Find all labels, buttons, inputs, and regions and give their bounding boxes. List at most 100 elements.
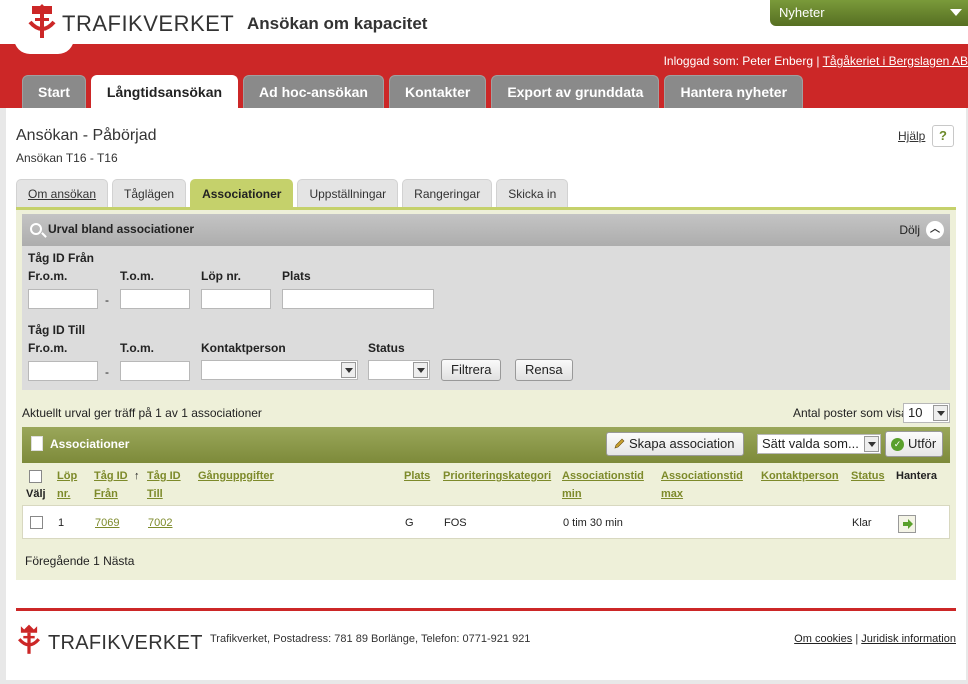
select-all-checkbox[interactable] <box>29 470 42 483</box>
col-tag-till-2[interactable]: Till <box>147 485 163 503</box>
plats-input[interactable] <box>282 289 434 309</box>
from-fr-om-input[interactable] <box>28 289 98 309</box>
tab-langtidsansokan[interactable]: Långtidsansökan <box>90 75 239 108</box>
table-row: 1 7069 7002 G FOS 0 tim 30 min Klar <box>22 505 950 539</box>
tab-kontakter[interactable]: Kontakter <box>388 75 487 108</box>
subtab-taglagen[interactable]: Tåglägen <box>112 179 187 208</box>
pager: Föregående 1 Nästa <box>25 554 134 568</box>
col-plats[interactable]: Plats <box>404 467 430 485</box>
lop-nr-input[interactable] <box>201 289 271 309</box>
logged-in-info: Inloggad som: Peter Enberg | Tågåkeriet … <box>664 54 968 68</box>
to-fr-om-input[interactable] <box>28 361 98 381</box>
cookies-link[interactable]: Om cookies <box>794 633 852 645</box>
table-header: Välj Löp nr. Tåg ID Från ↑ Tåg ID Till G… <box>22 463 950 505</box>
col-prioriteringskategori[interactable]: Prioriteringskategori <box>443 467 551 485</box>
status-label: Status <box>368 341 405 355</box>
col-lop-nr[interactable]: nr. <box>57 485 70 503</box>
top-header: TRAFIKVERKET Ansökan om kapacitet Nyhete… <box>0 0 968 44</box>
subtab-uppstallningar[interactable]: Uppställningar <box>297 179 399 208</box>
train-id-from-group-label: Tåg ID Från <box>28 251 95 265</box>
chevron-down-icon <box>341 362 356 378</box>
tab-hantera-nyheter[interactable]: Hantera nyheter <box>664 75 804 108</box>
subtab-associationer[interactable]: Associationer <box>190 179 294 208</box>
col-assoc-min-2[interactable]: min <box>562 485 582 503</box>
col-valj: Välj <box>26 488 46 500</box>
document-icon <box>31 436 43 451</box>
news-dropdown[interactable]: Nyheter <box>770 0 968 26</box>
app-title: Ansökan om kapacitet <box>247 14 428 33</box>
nav-band: Inloggad som: Peter Enberg | Tågåkeriet … <box>0 38 968 108</box>
tab-ad-hoc-ansokan[interactable]: Ad hoc-ansökan <box>243 75 384 108</box>
hide-filter-link[interactable]: Dölj <box>899 223 920 237</box>
trafikverket-crown-logo <box>18 624 40 654</box>
col-tag-fran-2[interactable]: Från <box>94 485 118 503</box>
train-id-to-group-label: Tåg ID Till <box>28 323 86 337</box>
result-info: Aktuellt urval ger träff på 1 av 1 assoc… <box>22 406 262 420</box>
footer-links: Om cookies | Juridisk information <box>794 633 956 645</box>
help-icon[interactable]: ? <box>932 125 954 147</box>
cell-prio: FOS <box>444 517 467 529</box>
subtab-rangeringar[interactable]: Rangeringar <box>402 179 493 208</box>
col-lop[interactable]: Löp <box>57 467 77 485</box>
sub-tabs: Om ansökan Tåglägen Associationer Uppstä… <box>16 179 569 208</box>
lop-nr-label: Löp nr. <box>201 269 241 283</box>
bulk-action-select[interactable]: Sätt valda som... <box>757 434 881 454</box>
per-page-label: Antal poster som visas: <box>792 406 917 420</box>
cell-plats: G <box>405 517 414 529</box>
col-status[interactable]: Status <box>851 467 885 485</box>
clear-button[interactable]: Rensa <box>515 359 573 381</box>
filter-section: Urval bland associationer Dölj ︿ Tåg ID … <box>22 214 950 390</box>
to-t-om-input[interactable] <box>120 361 190 381</box>
collapse-up-icon[interactable]: ︿ <box>926 221 944 239</box>
to-to-label: T.o.m. <box>120 341 155 355</box>
check-icon: ✓ <box>891 438 904 451</box>
per-page-select[interactable]: 10 <box>903 403 950 423</box>
footer-divider <box>16 608 956 611</box>
bulk-action-value: Sätt valda som... <box>762 436 859 451</box>
status-select[interactable] <box>368 360 430 380</box>
associations-header: Associationer Skapa association Sätt val… <box>22 427 950 463</box>
from-from-label: Fr.o.m. <box>28 269 68 283</box>
company-link[interactable]: Tågåkeriet i Bergslagen AB <box>823 54 968 68</box>
from-t-om-input[interactable] <box>120 289 190 309</box>
footer-brand: TRAFIKVERKET <box>48 632 203 654</box>
col-ganguppgifter[interactable]: Gånguppgifter <box>198 467 274 485</box>
plats-label: Plats <box>282 269 311 283</box>
page-subtitle: Ansökan T16 - T16 <box>16 151 118 165</box>
col-tag-fran[interactable]: Tåg ID <box>94 467 128 485</box>
page-title: Ansökan - Påbörjad <box>16 127 157 144</box>
subtab-om-ansokan[interactable]: Om ansökan <box>16 179 109 208</box>
cell-assoc-min: 0 tim 30 min <box>563 517 623 529</box>
col-assoc-min[interactable]: Associationstid <box>562 467 644 485</box>
col-kontaktperson[interactable]: Kontaktperson <box>761 467 839 485</box>
tab-start[interactable]: Start <box>22 75 86 108</box>
logo-curve <box>14 38 74 54</box>
pager-prev[interactable]: Föregående <box>25 554 90 568</box>
row-select-checkbox[interactable] <box>30 516 43 529</box>
to-from-label: Fr.o.m. <box>28 341 68 355</box>
open-arrow-icon[interactable] <box>898 515 916 533</box>
execute-button[interactable]: ✓ Utför <box>885 431 944 457</box>
filter-button[interactable]: Filtrera <box>441 359 502 381</box>
tab-export-grunddata[interactable]: Export av grunddata <box>491 75 660 108</box>
pager-next[interactable]: Nästa <box>103 554 134 568</box>
filter-title: Urval bland associationer <box>48 222 195 236</box>
legal-link[interactable]: Juridisk information <box>861 633 956 645</box>
pencil-icon <box>614 438 625 449</box>
subtab-skicka-in[interactable]: Skicka in <box>496 179 569 208</box>
cell-tag-till-link[interactable]: 7002 <box>148 517 172 529</box>
cell-status: Klar <box>852 517 872 529</box>
col-assoc-max-2[interactable]: max <box>661 485 683 503</box>
help-link[interactable]: Hjälp <box>898 129 925 143</box>
chevron-down-icon <box>933 405 948 421</box>
create-association-button[interactable]: Skapa association <box>606 432 744 456</box>
col-assoc-max[interactable]: Associationstid <box>661 467 743 485</box>
pager-page[interactable]: 1 <box>93 554 100 568</box>
col-tag-till[interactable]: Tåg ID <box>147 467 181 485</box>
cell-tag-fran-link[interactable]: 7069 <box>95 517 119 529</box>
kontaktperson-select[interactable] <box>201 360 358 380</box>
per-page-value: 10 <box>908 405 923 420</box>
range-dash: - <box>105 293 109 307</box>
from-to-label: T.o.m. <box>120 269 155 283</box>
sort-asc-icon: ↑ <box>134 470 140 482</box>
